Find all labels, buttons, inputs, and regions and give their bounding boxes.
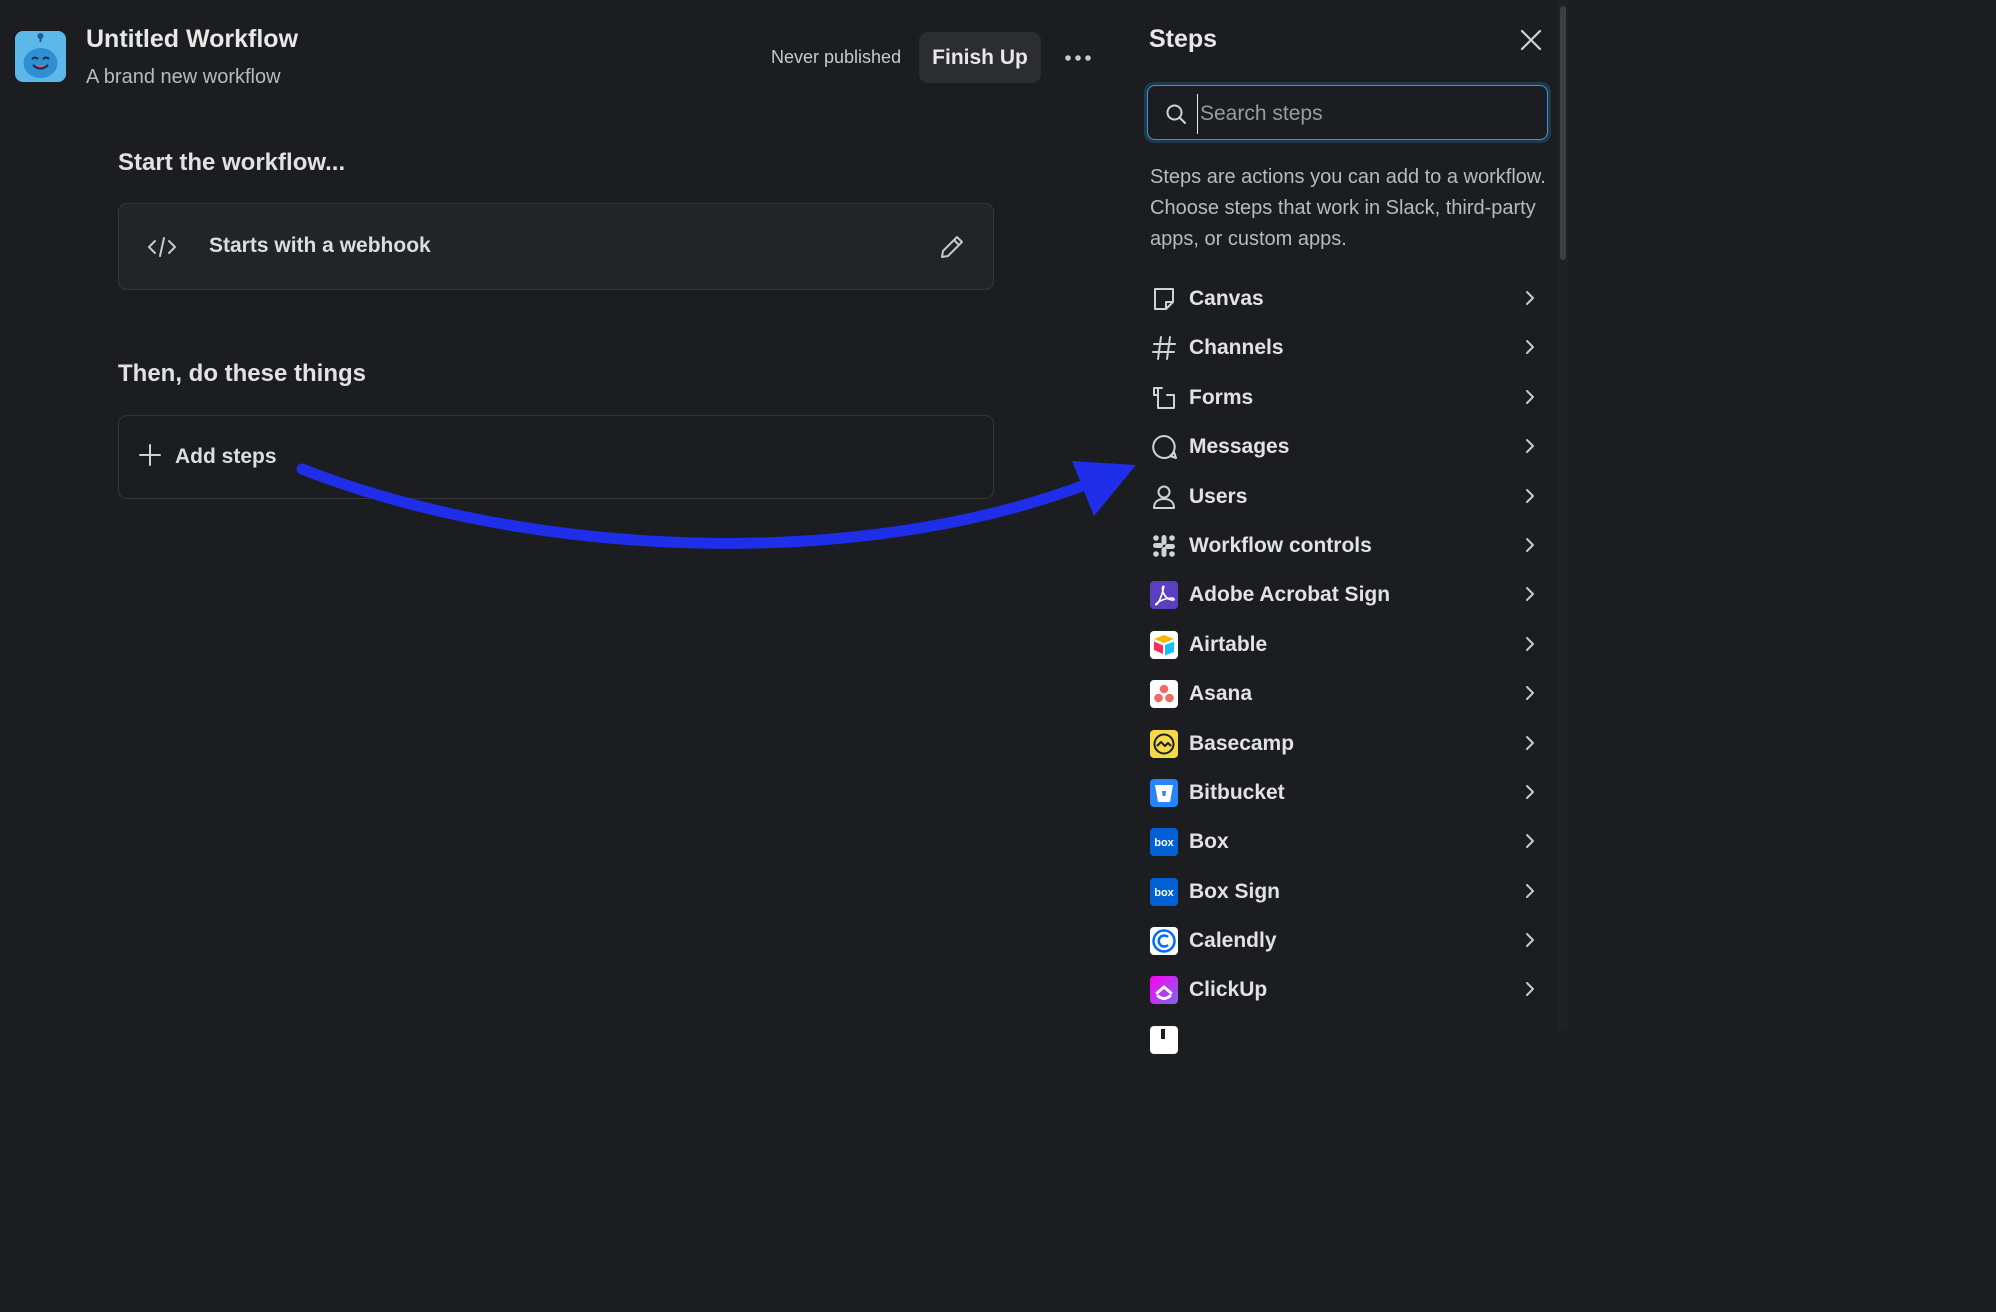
panel-description: Steps are actions you can add to a workf… — [1150, 166, 1546, 250]
step-item-clickup[interactable]: ClickUp — [1130, 966, 1560, 1015]
basecamp-icon — [1150, 729, 1178, 758]
steps-panel: Steps Steps are actions you can add to a… — [1130, 0, 1568, 1054]
publish-status: Never published — [771, 47, 902, 67]
step-label: Canvas — [1189, 287, 1264, 310]
step-label: ClickUp — [1189, 978, 1268, 1002]
chevron-right-icon — [1526, 686, 1534, 701]
step-item-partial[interactable] — [1130, 1016, 1560, 1065]
then-section-heading: Then, do these things — [118, 360, 367, 387]
chevron-right-icon — [1526, 784, 1534, 799]
user-icon — [1153, 485, 1175, 509]
asana-icon — [1150, 680, 1178, 709]
svg-text:box: box — [1154, 887, 1174, 899]
step-item-messages[interactable]: Messages — [1130, 423, 1560, 472]
webhook-trigger-card[interactable]: Starts with a webhook — [118, 203, 994, 290]
finish-up-button[interactable]: Finish Up — [919, 32, 1041, 83]
step-item-canvas[interactable]: Canvas — [1130, 275, 1560, 324]
workflow-subtitle[interactable]: A brand new workflow — [86, 66, 281, 89]
step-item-adobe-acrobat-sign[interactable]: Adobe Acrobat Sign — [1130, 571, 1560, 620]
chevron-right-icon — [1526, 933, 1534, 948]
step-label: Workflow controls — [1189, 533, 1372, 557]
chevron-right-icon — [1526, 636, 1534, 651]
more-icon — [1065, 55, 1091, 61]
hash-icon — [1152, 336, 1176, 361]
step-item-calendly[interactable]: Calendly — [1130, 917, 1560, 966]
form-icon — [1153, 386, 1175, 409]
step-item-box[interactable]: box Box — [1130, 818, 1560, 867]
trigger-label: Starts with a webhook — [209, 234, 431, 257]
box-icon: box — [1150, 828, 1178, 857]
plus-icon — [139, 444, 161, 466]
pencil-icon[interactable] — [938, 233, 966, 261]
step-item-bitbucket[interactable]: Bitbucket — [1130, 769, 1560, 818]
chevron-right-icon — [1526, 291, 1534, 305]
step-label: Airtable — [1189, 632, 1268, 656]
chevron-right-icon — [1526, 340, 1534, 355]
search-field — [1144, 82, 1551, 143]
step-label: Users — [1189, 484, 1248, 508]
search-input[interactable] — [1197, 94, 1532, 134]
workflow-title[interactable]: Untitled Workflow — [86, 25, 298, 54]
chevron-right-icon — [1526, 537, 1534, 552]
step-item-forms[interactable]: Forms — [1130, 374, 1560, 423]
step-label: Adobe Acrobat Sign — [1189, 583, 1391, 607]
step-label: Forms — [1189, 385, 1254, 409]
workflow-bot-avatar — [15, 31, 66, 82]
chevron-right-icon — [1526, 488, 1534, 503]
step-label: Channels — [1189, 336, 1284, 360]
step-item-basecamp[interactable]: Basecamp — [1130, 720, 1560, 769]
chevron-right-icon — [1526, 834, 1534, 849]
step-label: Asana — [1189, 682, 1253, 706]
svg-text:box: box — [1154, 837, 1174, 849]
chevron-right-icon — [1526, 735, 1534, 750]
app-icon — [1150, 1025, 1178, 1054]
step-item-airtable[interactable]: Airtable — [1130, 621, 1560, 670]
steps-list: Canvas Channels Forms Messages Users Wor… — [1130, 275, 1560, 1065]
step-item-users[interactable]: Users — [1130, 473, 1560, 522]
panel-scrollbar[interactable] — [1557, 0, 1568, 1031]
step-label: Basecamp — [1189, 731, 1295, 755]
step-item-asana[interactable]: Asana — [1130, 670, 1560, 719]
panel-title: Steps — [1149, 25, 1218, 53]
step-label: Box — [1189, 830, 1229, 854]
scroll-thumb[interactable] — [1560, 6, 1566, 260]
chevron-right-icon — [1526, 389, 1534, 404]
airtable-icon — [1150, 630, 1178, 659]
chevron-right-icon — [1526, 982, 1534, 997]
add-steps-label: Add steps — [175, 445, 277, 468]
calendly-icon — [1150, 927, 1178, 956]
step-label: Calendly — [1189, 929, 1277, 953]
message-icon — [1152, 435, 1177, 460]
add-steps-button[interactable]: Add steps — [118, 415, 994, 499]
chevron-right-icon — [1526, 587, 1534, 602]
bitbucket-icon — [1150, 778, 1178, 807]
step-label: Bitbucket — [1189, 780, 1285, 804]
code-icon — [148, 237, 176, 257]
slack-icon — [1153, 534, 1175, 557]
step-item-channels[interactable]: Channels — [1130, 324, 1560, 373]
step-label: Messages — [1189, 435, 1290, 459]
more-options-button[interactable] — [1056, 40, 1100, 76]
canvas-icon — [1154, 288, 1174, 310]
search-icon — [1166, 104, 1186, 124]
step-item-workflow-controls[interactable]: Workflow controls — [1130, 522, 1560, 571]
close-icon[interactable] — [1518, 27, 1544, 53]
clickup-icon — [1150, 976, 1178, 1005]
chevron-right-icon — [1526, 883, 1534, 898]
box-icon: box — [1150, 877, 1178, 906]
adobe-acrobat-icon — [1150, 581, 1178, 610]
workflow-canvas: Untitled Workflow A brand new workflow N… — [0, 0, 1130, 1031]
step-label: Box Sign — [1189, 879, 1281, 903]
step-item-box-sign[interactable]: box Box Sign — [1130, 868, 1560, 917]
start-section-heading: Start the workflow... — [118, 149, 346, 176]
chevron-right-icon — [1526, 439, 1534, 454]
